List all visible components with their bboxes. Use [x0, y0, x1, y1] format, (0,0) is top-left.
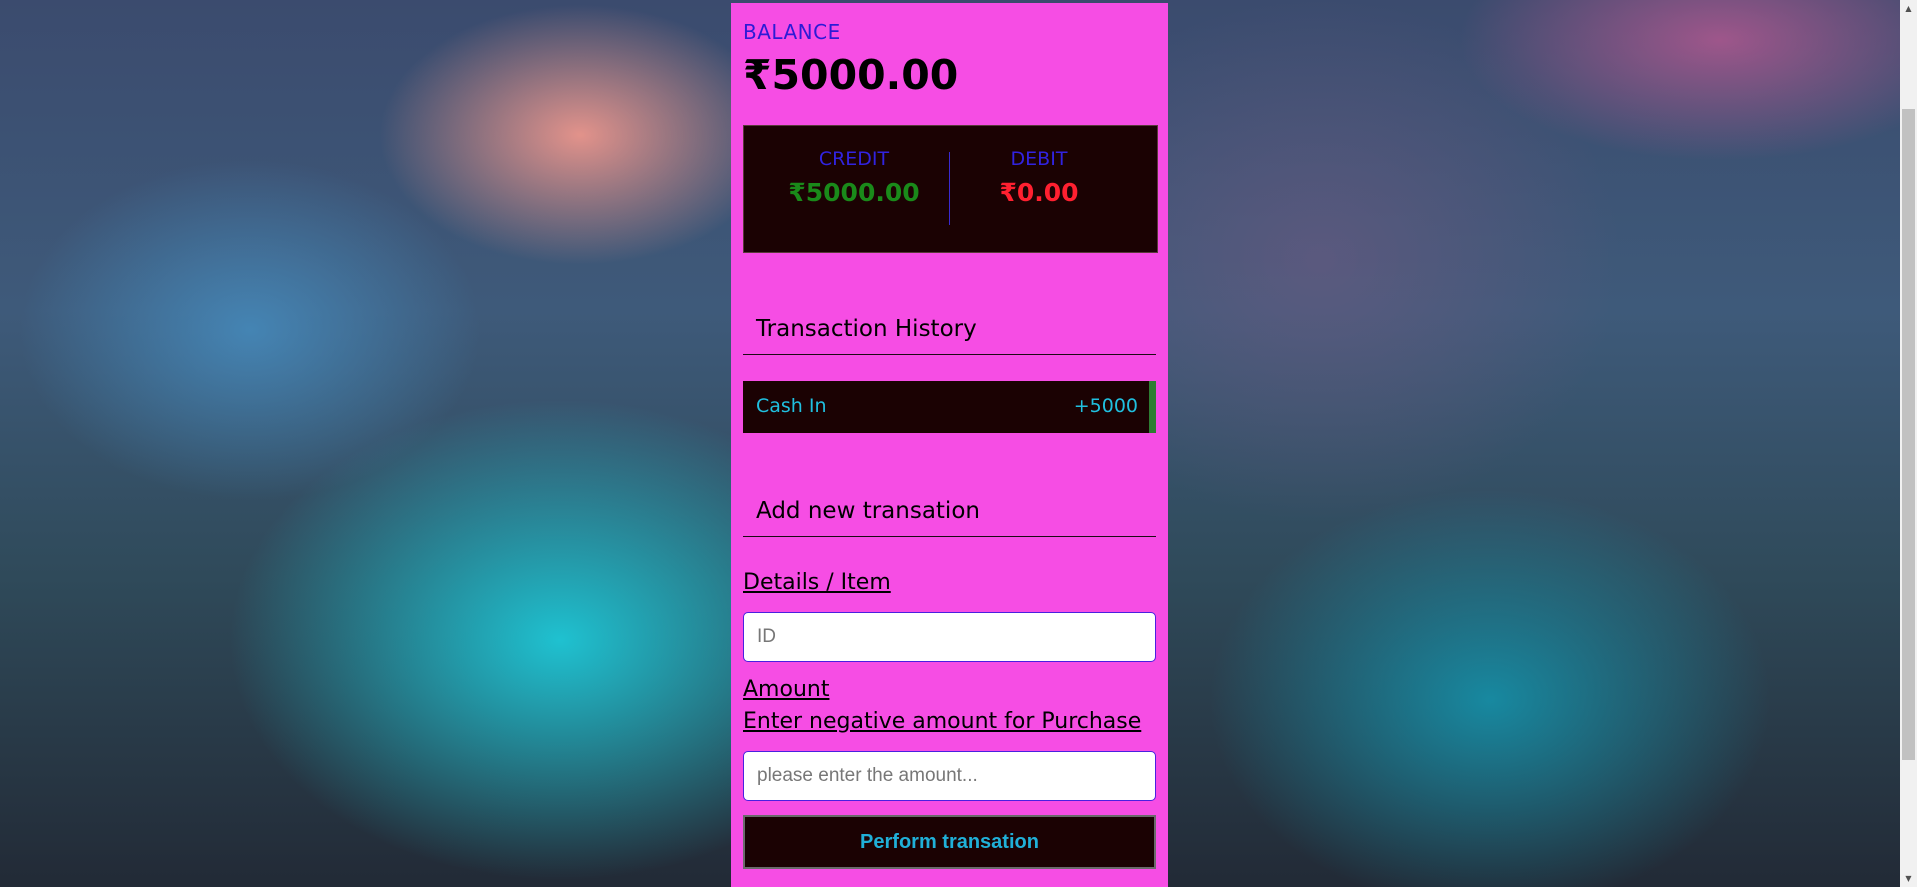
- perform-transaction-button[interactable]: Perform transation: [743, 815, 1156, 869]
- details-input[interactable]: [743, 612, 1156, 662]
- balance-label: BALANCE: [743, 20, 841, 44]
- add-transaction-title: Add new transation: [743, 498, 1156, 537]
- transaction-history-title: Transaction History: [743, 316, 1156, 355]
- transaction-text: Cash In: [756, 395, 827, 417]
- transaction-list-item[interactable]: Cash In +5000: [743, 381, 1156, 433]
- credit-debit-summary: CREDIT ₹5000.00 DEBIT ₹0.00: [743, 125, 1158, 253]
- credit-column: CREDIT ₹5000.00: [764, 148, 944, 207]
- credit-amount: ₹5000.00: [788, 178, 920, 207]
- debit-label: DEBIT: [1010, 148, 1068, 170]
- vertical-scrollbar[interactable]: ▲ ▼: [1900, 0, 1917, 887]
- amount-input[interactable]: [743, 751, 1156, 801]
- amount-label: Amount: [743, 677, 830, 702]
- details-label: Details / Item: [743, 570, 891, 595]
- scroll-down-arrow-icon[interactable]: ▼: [1900, 870, 1917, 887]
- credit-label: CREDIT: [818, 148, 890, 170]
- debit-column: DEBIT ₹0.00: [949, 148, 1129, 207]
- transaction-amount: +5000: [1073, 395, 1138, 417]
- balance-amount: ₹5000.00: [743, 51, 959, 99]
- scroll-up-arrow-icon[interactable]: ▲: [1900, 0, 1917, 17]
- amount-hint: Enter negative amount for Purchase: [743, 709, 1142, 734]
- debit-amount: ₹0.00: [999, 178, 1079, 207]
- wallet-panel: BALANCE ₹5000.00 CREDIT ₹5000.00 DEBIT ₹…: [731, 3, 1168, 887]
- scrollbar-thumb[interactable]: [1902, 109, 1915, 760]
